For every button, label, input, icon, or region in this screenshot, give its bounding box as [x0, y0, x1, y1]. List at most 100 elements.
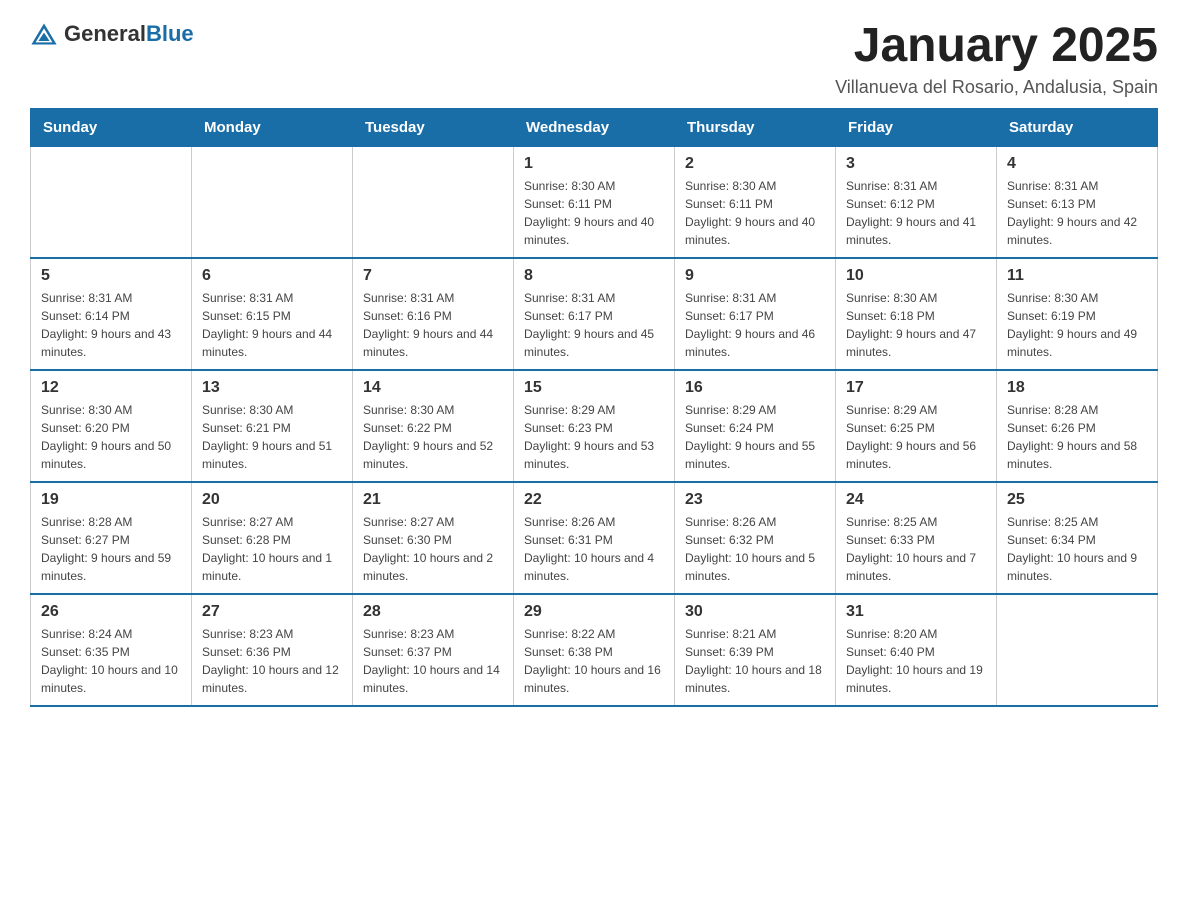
day-cell: 7 Sunrise: 8:31 AMSunset: 6:16 PMDaylight… [353, 258, 514, 370]
day-cell: 30 Sunrise: 8:21 AMSunset: 6:39 PMDayligh… [675, 594, 836, 706]
day-cell: 9 Sunrise: 8:31 AMSunset: 6:17 PMDaylight… [675, 258, 836, 370]
day-cell: 12Sunrise: 8:30 AMSunset: 6:20 PMDayligh… [31, 370, 192, 482]
day-number: 22 [524, 491, 664, 509]
header-tuesday: Tuesday [353, 108, 514, 146]
day-cell: 15 Sunrise: 8:29 AMSunset: 6:23 PMDayligh… [514, 370, 675, 482]
day-cell: 4 Sunrise: 8:31 AMSunset: 6:13 PMDaylight… [997, 146, 1158, 258]
day-cell: 3 Sunrise: 8:31 AMSunset: 6:12 PMDaylight… [836, 146, 997, 258]
day-info: Sunrise: 8:31 AMSunset: 6:16 PMDaylight:… [363, 289, 503, 361]
day-info: Sunrise: 8:30 AMSunset: 6:11 PMDaylight:… [524, 177, 664, 249]
day-cell [997, 594, 1158, 706]
day-number: 9 [685, 267, 825, 285]
day-info: Sunrise: 8:25 AMSunset: 6:33 PMDaylight:… [846, 513, 986, 585]
logo-general: General [64, 21, 146, 46]
header-friday: Friday [836, 108, 997, 146]
week-row-4: 19 Sunrise: 8:28 AMSunset: 6:27 PMDayligh… [31, 482, 1158, 594]
day-number: 17 [846, 379, 986, 397]
week-row-1: 1Sunrise: 8:30 AMSunset: 6:11 PMDaylight… [31, 146, 1158, 258]
day-cell: 29 Sunrise: 8:22 AMSunset: 6:38 PMDayligh… [514, 594, 675, 706]
day-cell: 6 Sunrise: 8:31 AMSunset: 6:15 PMDaylight… [192, 258, 353, 370]
week-row-5: 26 Sunrise: 8:24 AMSunset: 6:35 PMDayligh… [31, 594, 1158, 706]
day-info: Sunrise: 8:31 AMSunset: 6:12 PMDaylight:… [846, 177, 986, 249]
day-cell: 14 Sunrise: 8:30 AMSunset: 6:22 PMDayligh… [353, 370, 514, 482]
day-number: 25 [1007, 491, 1147, 509]
day-info: Sunrise: 8:30 AMSunset: 6:11 PMDaylight:… [685, 177, 825, 249]
day-number: 26 [41, 603, 181, 621]
day-info: Sunrise: 8:31 AMSunset: 6:14 PMDaylight:… [41, 289, 181, 361]
day-cell: 28Sunrise: 8:23 AMSunset: 6:37 PMDayligh… [353, 594, 514, 706]
day-cell: 18Sunrise: 8:28 AMSunset: 6:26 PMDayligh… [997, 370, 1158, 482]
day-cell: 31Sunrise: 8:20 AMSunset: 6:40 PMDayligh… [836, 594, 997, 706]
day-cell [353, 146, 514, 258]
day-number: 23 [685, 491, 825, 509]
day-number: 4 [1007, 155, 1147, 173]
day-number: 2 [685, 155, 825, 173]
day-number: 7 [363, 267, 503, 285]
header-sunday: Sunday [31, 108, 192, 146]
week-row-3: 12Sunrise: 8:30 AMSunset: 6:20 PMDayligh… [31, 370, 1158, 482]
day-info: Sunrise: 8:26 AMSunset: 6:31 PMDaylight:… [524, 513, 664, 585]
logo-text: GeneralBlue [64, 21, 194, 47]
day-info: Sunrise: 8:20 AMSunset: 6:40 PMDaylight:… [846, 625, 986, 697]
day-info: Sunrise: 8:27 AMSunset: 6:30 PMDaylight:… [363, 513, 503, 585]
day-number: 5 [41, 267, 181, 285]
day-info: Sunrise: 8:29 AMSunset: 6:24 PMDaylight:… [685, 401, 825, 473]
day-cell: 16 Sunrise: 8:29 AMSunset: 6:24 PMDayligh… [675, 370, 836, 482]
day-info: Sunrise: 8:29 AMSunset: 6:25 PMDaylight:… [846, 401, 986, 473]
day-cell: 13 Sunrise: 8:30 AMSunset: 6:21 PMDayligh… [192, 370, 353, 482]
day-info: Sunrise: 8:30 AMSunset: 6:20 PMDaylight:… [41, 401, 181, 473]
day-info: Sunrise: 8:28 AMSunset: 6:26 PMDaylight:… [1007, 401, 1147, 473]
calendar-body: 1Sunrise: 8:30 AMSunset: 6:11 PMDaylight… [31, 146, 1158, 706]
day-info: Sunrise: 8:26 AMSunset: 6:32 PMDaylight:… [685, 513, 825, 585]
day-info: Sunrise: 8:22 AMSunset: 6:38 PMDaylight:… [524, 625, 664, 697]
day-number: 20 [202, 491, 342, 509]
day-info: Sunrise: 8:30 AMSunset: 6:18 PMDaylight:… [846, 289, 986, 361]
day-info: Sunrise: 8:31 AMSunset: 6:17 PMDaylight:… [685, 289, 825, 361]
day-cell: 8Sunrise: 8:31 AMSunset: 6:17 PMDaylight… [514, 258, 675, 370]
day-cell [192, 146, 353, 258]
day-info: Sunrise: 8:24 AMSunset: 6:35 PMDaylight:… [41, 625, 181, 697]
day-number: 3 [846, 155, 986, 173]
day-cell: 21Sunrise: 8:27 AMSunset: 6:30 PMDayligh… [353, 482, 514, 594]
day-number: 28 [363, 603, 503, 621]
day-info: Sunrise: 8:30 AMSunset: 6:19 PMDaylight:… [1007, 289, 1147, 361]
day-number: 19 [41, 491, 181, 509]
day-info: Sunrise: 8:27 AMSunset: 6:28 PMDaylight:… [202, 513, 342, 585]
day-info: Sunrise: 8:31 AMSunset: 6:15 PMDaylight:… [202, 289, 342, 361]
day-info: Sunrise: 8:31 AMSunset: 6:13 PMDaylight:… [1007, 177, 1147, 249]
day-cell: 22 Sunrise: 8:26 AMSunset: 6:31 PMDayligh… [514, 482, 675, 594]
month-title: January 2025 [835, 20, 1158, 73]
day-info: Sunrise: 8:25 AMSunset: 6:34 PMDaylight:… [1007, 513, 1147, 585]
header-thursday: Thursday [675, 108, 836, 146]
day-cell: 2 Sunrise: 8:30 AMSunset: 6:11 PMDaylight… [675, 146, 836, 258]
location-subtitle: Villanueva del Rosario, Andalusia, Spain [835, 77, 1158, 98]
week-row-2: 5 Sunrise: 8:31 AMSunset: 6:14 PMDaylight… [31, 258, 1158, 370]
day-number: 6 [202, 267, 342, 285]
day-info: Sunrise: 8:30 AMSunset: 6:22 PMDaylight:… [363, 401, 503, 473]
day-cell: 19 Sunrise: 8:28 AMSunset: 6:27 PMDayligh… [31, 482, 192, 594]
day-cell [31, 146, 192, 258]
day-number: 29 [524, 603, 664, 621]
day-number: 14 [363, 379, 503, 397]
header-monday: Monday [192, 108, 353, 146]
day-number: 13 [202, 379, 342, 397]
day-cell: 24 Sunrise: 8:25 AMSunset: 6:33 PMDayligh… [836, 482, 997, 594]
logo-blue: Blue [146, 21, 194, 46]
day-cell: 17 Sunrise: 8:29 AMSunset: 6:25 PMDayligh… [836, 370, 997, 482]
day-info: Sunrise: 8:21 AMSunset: 6:39 PMDaylight:… [685, 625, 825, 697]
day-cell: 1Sunrise: 8:30 AMSunset: 6:11 PMDaylight… [514, 146, 675, 258]
day-number: 11 [1007, 267, 1147, 285]
header-wednesday: Wednesday [514, 108, 675, 146]
day-cell: 25 Sunrise: 8:25 AMSunset: 6:34 PMDayligh… [997, 482, 1158, 594]
day-info: Sunrise: 8:29 AMSunset: 6:23 PMDaylight:… [524, 401, 664, 473]
day-info: Sunrise: 8:28 AMSunset: 6:27 PMDaylight:… [41, 513, 181, 585]
day-number: 15 [524, 379, 664, 397]
day-info: Sunrise: 8:30 AMSunset: 6:21 PMDaylight:… [202, 401, 342, 473]
day-number: 24 [846, 491, 986, 509]
day-number: 16 [685, 379, 825, 397]
day-number: 30 [685, 603, 825, 621]
calendar-table: SundayMondayTuesdayWednesdayThursdayFrid… [30, 108, 1158, 707]
day-info: Sunrise: 8:31 AMSunset: 6:17 PMDaylight:… [524, 289, 664, 361]
header-row: SundayMondayTuesdayWednesdayThursdayFrid… [31, 108, 1158, 146]
day-number: 27 [202, 603, 342, 621]
